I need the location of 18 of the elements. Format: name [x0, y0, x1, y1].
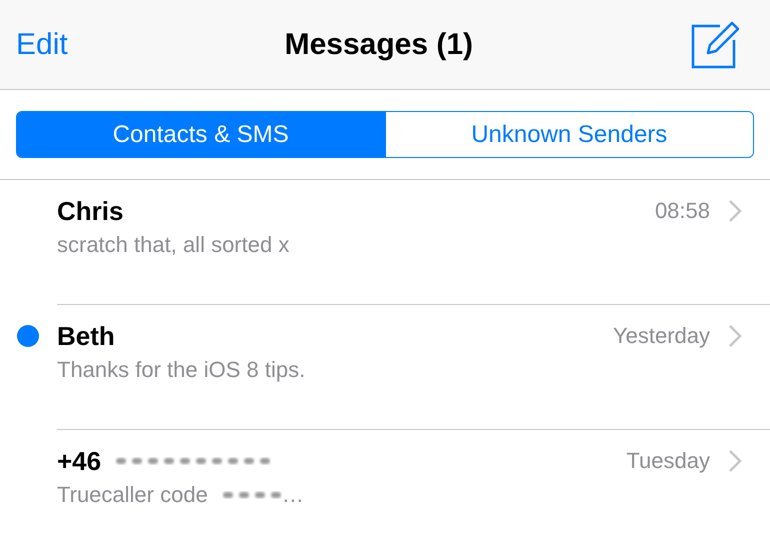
chevron-icon [728, 449, 742, 473]
message-preview: Truecaller code [57, 482, 208, 508]
message-time: 08:58 [654, 198, 710, 224]
compose-icon[interactable] [690, 20, 740, 70]
window-title: Messages (1) [284, 28, 474, 62]
message-time: Tuesday [626, 448, 710, 474]
ellipsis: … [282, 482, 304, 508]
message-preview: scratch that, all sorted x [57, 232, 290, 258]
contact-name[interactable]: +46 [57, 446, 102, 476]
segment-tab[interactable]: Unknown Senders [384, 112, 753, 157]
contact-name[interactable]: Chris [57, 196, 124, 226]
chevron-icon [728, 199, 742, 223]
chevron-icon [728, 324, 742, 348]
segment-tab[interactable]: Contacts & SMS [17, 112, 384, 157]
contact-name[interactable]: Beth [57, 320, 115, 352]
message-time: Yesterday [612, 323, 710, 349]
edit-button[interactable]: Edit [16, 28, 68, 62]
message-preview: Thanks for the iOS 8 tips. [57, 357, 306, 383]
